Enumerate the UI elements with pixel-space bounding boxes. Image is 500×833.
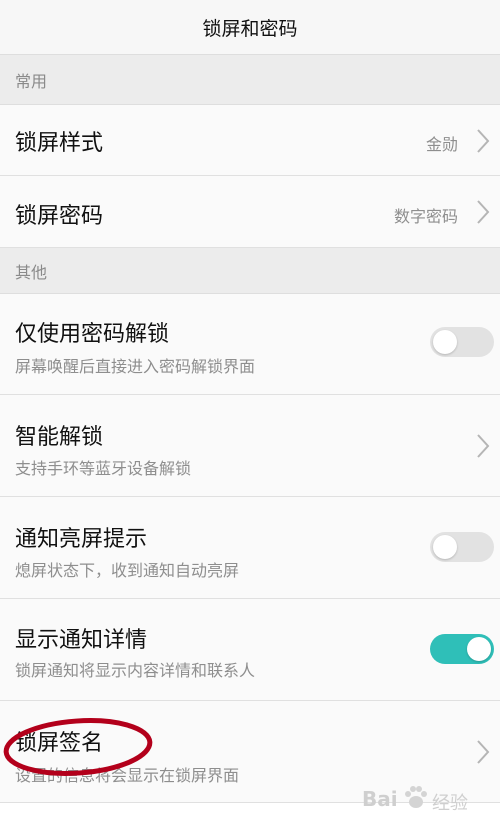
paw-logo-icon [405,786,427,808]
row-subtitle: 屏幕唤醒后直接进入密码解锁界面 [15,357,256,376]
row-label: 锁屏签名 [15,731,104,756]
notification-wake-toggle[interactable] [430,532,494,562]
password-only-unlock-row: 仅使用密码解锁 屏幕唤醒后直接进入密码解锁界面 [0,294,500,395]
password-only-unlock-toggle[interactable] [430,327,494,357]
row-subtitle: 支持手环等蓝牙设备解锁 [15,459,192,478]
section-label: 其他 [15,262,48,282]
watermark-brand: Bai [362,787,398,811]
row-subtitle: 锁屏通知将显示内容详情和联系人 [15,661,256,680]
section-label: 常用 [15,71,48,91]
row-label: 锁屏密码 [15,204,104,229]
chevron-right-icon [477,740,490,764]
notification-wake-row: 通知亮屏提示 熄屏状态下，收到通知自动亮屏 [0,497,500,599]
chevron-right-icon [477,129,490,153]
row-label: 智能解锁 [15,425,104,450]
toggle-knob [433,535,457,559]
row-label: 显示通知详情 [15,628,148,653]
watermark-text: 经验 [432,793,468,814]
toggle-knob [433,330,457,354]
page-title: 锁屏和密码 [202,17,298,40]
row-label: 仅使用密码解锁 [15,322,170,347]
row-subtitle: 熄屏状态下，收到通知自动亮屏 [15,561,240,580]
row-label: 锁屏样式 [15,131,104,156]
row-subtitle: 设置的信息将会显示在锁屏界面 [15,766,240,785]
chevron-right-icon [477,200,490,224]
row-label: 通知亮屏提示 [15,527,148,552]
section-header-common: 常用 [0,55,500,105]
smart-unlock-row[interactable]: 智能解锁 支持手环等蓝牙设备解锁 [0,395,500,497]
row-value: 金勋 [425,135,458,154]
show-notification-details-row: 显示通知详情 锁屏通知将显示内容详情和联系人 [0,599,500,701]
title-bar: 锁屏和密码 [0,0,500,55]
baidu-watermark: Bai 经验 [362,775,492,821]
toggle-knob [467,637,491,661]
lock-style-row[interactable]: 锁屏样式 金勋 [0,105,500,176]
lock-password-row[interactable]: 锁屏密码 数字密码 [0,176,500,248]
chevron-right-icon [477,434,490,458]
row-value: 数字密码 [393,207,458,226]
show-notification-details-toggle[interactable] [430,634,494,664]
section-header-other: 其他 [0,248,500,294]
